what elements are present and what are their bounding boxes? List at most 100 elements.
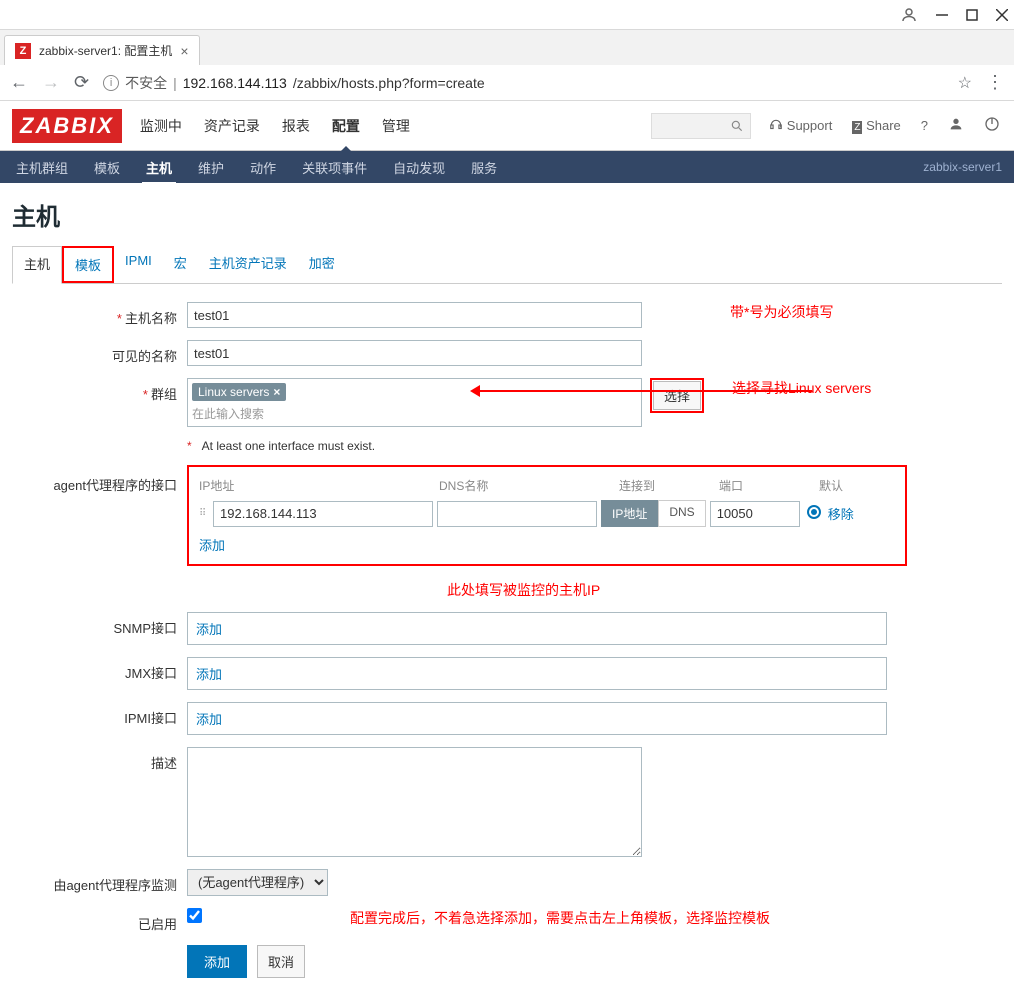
minimize-icon[interactable] xyxy=(936,9,948,21)
tab-inventory[interactable]: 主机资产记录 xyxy=(198,246,298,283)
subnav-hostgroups[interactable]: 主机群组 xyxy=(12,150,72,185)
page-title: 主机 xyxy=(12,197,1002,232)
annotation-ip: 此处填写被监控的主机IP xyxy=(447,580,600,600)
browser-menu-icon[interactable]: ⋮ xyxy=(986,72,1004,93)
add-jmx-link[interactable]: 添加 xyxy=(196,667,222,682)
add-ipmi-link[interactable]: 添加 xyxy=(196,712,222,727)
maximize-icon[interactable] xyxy=(966,9,978,21)
browser-tabstrip: Z zabbix-server1: 配置主机 × xyxy=(0,30,1014,65)
annotation-group: 选择寻找Linux servers xyxy=(732,378,871,398)
hostname-input[interactable] xyxy=(187,302,642,328)
top-nav: 监测中 资产记录 报表 配置 管理 xyxy=(138,101,412,151)
tab-encryption[interactable]: 加密 xyxy=(298,246,346,283)
groups-multiselect[interactable]: Linux servers× 在此输入搜索 xyxy=(187,378,642,427)
subnav-maintenance[interactable]: 维护 xyxy=(194,150,228,185)
subnav-hosts[interactable]: 主机 xyxy=(142,150,176,185)
url-host: 192.168.144.113 xyxy=(183,75,287,91)
enabled-label: 已启用 xyxy=(12,908,187,933)
add-agent-interface-link[interactable]: 添加 xyxy=(199,535,225,554)
close-window-icon[interactable] xyxy=(996,9,1008,21)
default-radio[interactable] xyxy=(807,505,821,519)
forward-icon: → xyxy=(42,72,60,93)
description-label: 描述 xyxy=(12,747,187,772)
tab-host[interactable]: 主机 xyxy=(12,246,62,284)
window-titlebar xyxy=(0,0,1014,30)
nav-monitoring[interactable]: 监测中 xyxy=(138,101,184,151)
connect-dns-button[interactable]: DNS xyxy=(658,500,705,527)
bookmark-icon[interactable]: ☆ xyxy=(958,73,972,93)
tab-title: zabbix-server1: 配置主机 xyxy=(39,42,172,59)
drag-handle-icon[interactable]: ⠿ xyxy=(199,508,209,519)
nav-reports[interactable]: 报表 xyxy=(280,101,312,151)
submit-button[interactable]: 添加 xyxy=(187,945,247,978)
remove-interface-link[interactable]: 移除 xyxy=(828,504,854,523)
help-icon[interactable]: ? xyxy=(919,116,930,135)
agent-columns: IP地址 DNS名称 连接到 端口 默认 xyxy=(199,477,895,494)
address-bar: ← → ⟳ i 不安全 | 192.168.144.113/zabbix/hos… xyxy=(0,65,1014,101)
header-right: Support Z Share ? xyxy=(651,113,1002,139)
add-snmp-link[interactable]: 添加 xyxy=(196,622,222,637)
agent-iface-label: agent代理程序的接口 xyxy=(12,465,187,494)
share-link[interactable]: Z Share xyxy=(850,116,902,135)
hostname-label: *主机名称 xyxy=(12,302,187,327)
col-connect: 连接到 xyxy=(619,477,719,494)
subnav-templates[interactable]: 模板 xyxy=(90,150,124,185)
user-menu-icon[interactable] xyxy=(946,114,966,137)
nav-inventory[interactable]: 资产记录 xyxy=(202,101,262,151)
tab-macros[interactable]: 宏 xyxy=(163,246,198,283)
subnav-discovery[interactable]: 自动发现 xyxy=(389,150,449,185)
form-tabs: 主机 模板 IPMI 宏 主机资产记录 加密 xyxy=(12,246,1002,284)
agent-interface-row: ⠿ IP地址 DNS 移除 xyxy=(199,500,895,527)
close-tab-icon[interactable]: × xyxy=(180,43,188,59)
cancel-button[interactable]: 取消 xyxy=(257,945,305,978)
ip-input[interactable] xyxy=(213,501,433,527)
visiblename-input[interactable] xyxy=(187,340,642,366)
headset-icon xyxy=(769,118,783,132)
groups-label: *群组 xyxy=(12,378,187,403)
description-textarea[interactable] xyxy=(187,747,642,857)
groups-placeholder: 在此输入搜索 xyxy=(192,405,637,422)
proxy-label: 由agent代理程序监测 xyxy=(12,869,187,894)
subnav-services[interactable]: 服务 xyxy=(467,150,501,185)
user-icon[interactable] xyxy=(900,6,918,24)
share-icon: Z xyxy=(852,121,862,134)
support-link[interactable]: Support xyxy=(767,116,834,135)
tab-templates[interactable]: 模板 xyxy=(62,246,114,283)
url-path: /zabbix/hosts.php?form=create xyxy=(293,75,485,91)
agent-interface-section: IP地址 DNS名称 连接到 端口 默认 ⠿ IP地址 DNS xyxy=(187,465,907,566)
server-name: zabbix-server1 xyxy=(923,160,1002,174)
port-input[interactable] xyxy=(710,501,800,527)
jmx-label: JMX接口 xyxy=(12,657,187,682)
page-body: 主机 主机 模板 IPMI 宏 主机资产记录 加密 *主机名称 带*号为必须填写… xyxy=(0,183,1014,998)
url-field[interactable]: i 不安全 | 192.168.144.113/zabbix/hosts.php… xyxy=(103,73,944,93)
select-group-button[interactable]: 选择 xyxy=(653,381,701,410)
nav-administration[interactable]: 管理 xyxy=(380,101,412,151)
interface-required-note: *At least one interface must exist. xyxy=(187,439,1002,453)
annotation-final: 配置完成后，不着急选择添加，需要点击左上角模板，选择监控模板 xyxy=(350,908,770,928)
subnav-actions[interactable]: 动作 xyxy=(246,150,280,185)
dns-input[interactable] xyxy=(437,501,597,527)
annotation-required: 带*号为必须填写 xyxy=(730,302,833,322)
col-ip: IP地址 xyxy=(199,477,439,494)
search-input[interactable] xyxy=(651,113,751,139)
remove-tag-icon[interactable]: × xyxy=(273,385,280,399)
ipmi-iface-label: IPMI接口 xyxy=(12,702,187,727)
nav-configuration[interactable]: 配置 xyxy=(330,101,362,151)
favicon-icon: Z xyxy=(15,43,31,59)
connect-toggle: IP地址 DNS xyxy=(601,500,706,527)
browser-tab[interactable]: Z zabbix-server1: 配置主机 × xyxy=(4,35,200,65)
group-tag[interactable]: Linux servers× xyxy=(192,383,286,401)
subnav-correlation[interactable]: 关联项事件 xyxy=(298,150,371,185)
sub-nav: 主机群组 模板 主机 维护 动作 关联项事件 自动发现 服务 zabbix-se… xyxy=(0,151,1014,183)
connect-ip-button[interactable]: IP地址 xyxy=(601,500,658,527)
back-icon[interactable]: ← xyxy=(10,72,28,93)
info-icon[interactable]: i xyxy=(103,75,119,91)
visiblename-label: 可见的名称 xyxy=(12,340,187,365)
snmp-label: SNMP接口 xyxy=(12,612,187,637)
logo[interactable]: ZABBIX xyxy=(12,109,122,143)
logout-icon[interactable] xyxy=(982,114,1002,137)
reload-icon[interactable]: ⟳ xyxy=(74,72,89,93)
col-port: 端口 xyxy=(719,477,819,494)
tab-ipmi[interactable]: IPMI xyxy=(114,246,163,283)
enabled-checkbox[interactable] xyxy=(187,908,202,923)
